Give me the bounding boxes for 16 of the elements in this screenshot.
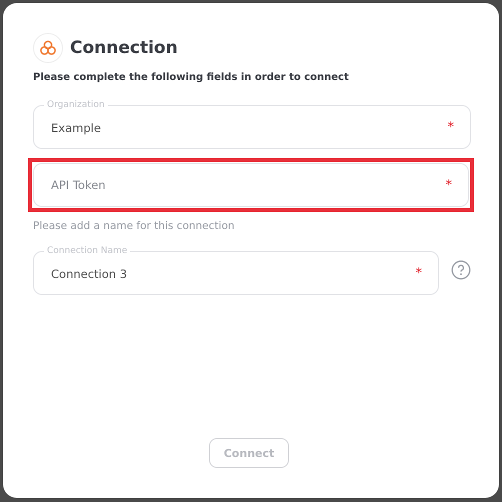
required-mark: * — [448, 120, 454, 135]
instructions-text: Please complete the following fields in order to connect — [33, 72, 350, 83]
input-field[interactable]: API Token * — [33, 163, 469, 207]
input-field[interactable]: Organization Example * — [33, 99, 471, 149]
input-field[interactable]: Connection Name Connection 3 * — [33, 245, 439, 295]
field-label: Organization — [46, 99, 106, 111]
text-input[interactable]: Connection 3 — [51, 264, 416, 284]
cloud-icon — [33, 33, 63, 63]
help-icon[interactable] — [451, 260, 471, 280]
required-mark: * — [446, 178, 452, 192]
name-prompt-text: Please add a name for this connection — [33, 220, 236, 232]
text-input[interactable]: API Token — [51, 175, 446, 195]
required-mark: * — [416, 266, 422, 281]
field-label: Connection Name — [46, 245, 128, 257]
text-input[interactable]: Example — [51, 118, 448, 138]
dialog-title: Connection — [70, 38, 178, 58]
